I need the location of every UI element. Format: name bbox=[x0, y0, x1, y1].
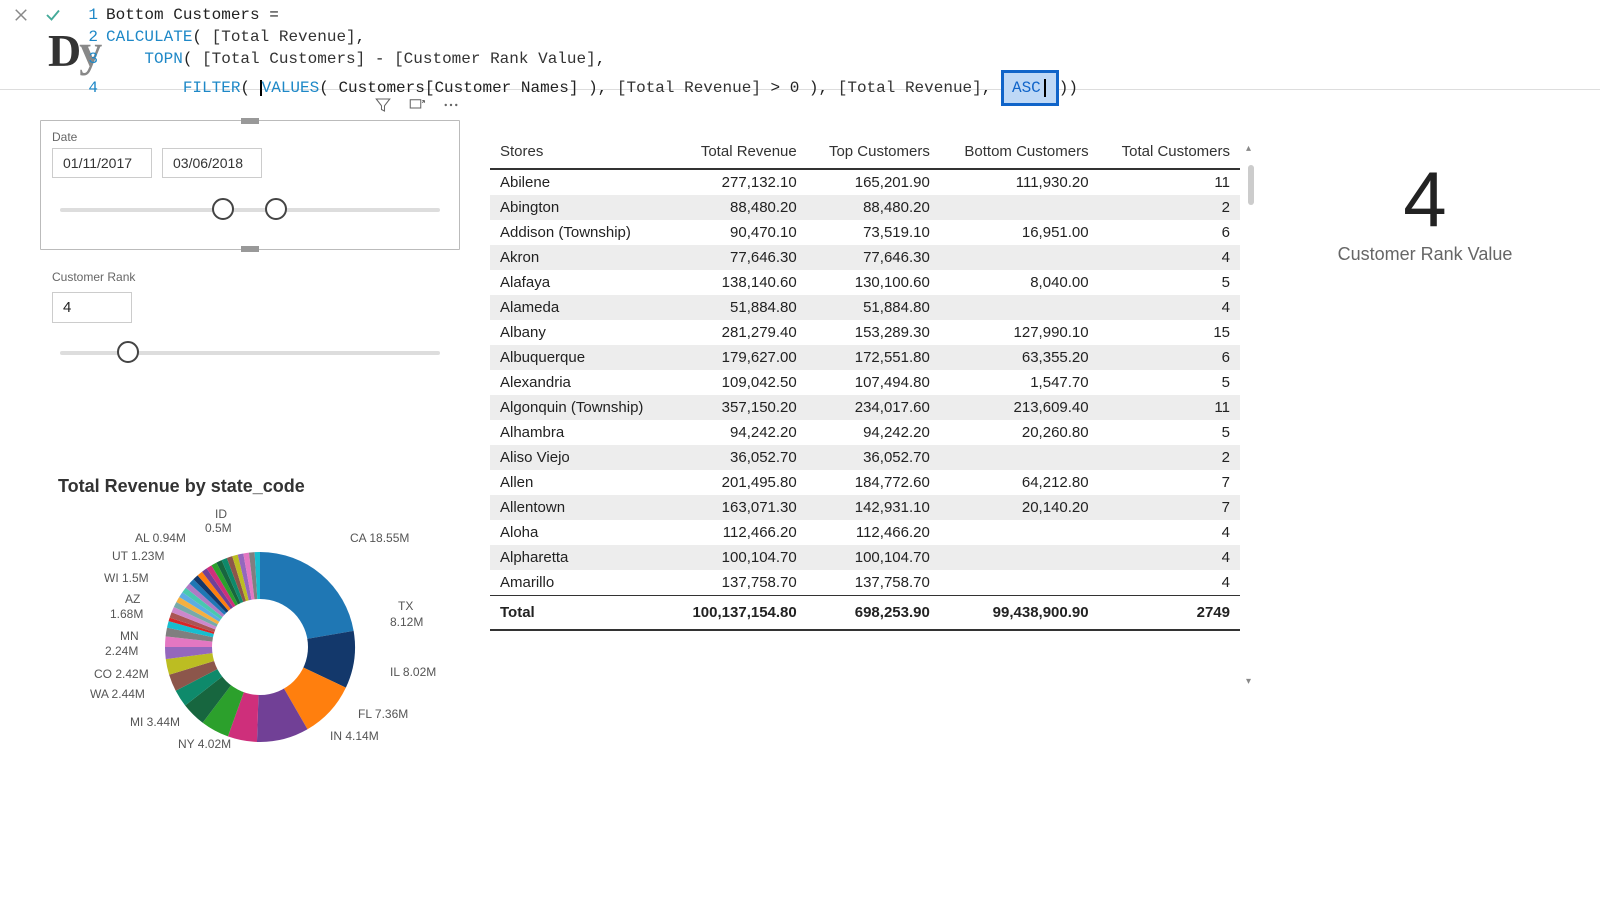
donut-label: WA 2.44M bbox=[90, 687, 145, 701]
table-row[interactable]: Abington88,480.2088,480.202 bbox=[490, 195, 1240, 220]
scrollbar[interactable]: ▴ ▾ bbox=[1246, 143, 1256, 687]
rank-slider[interactable] bbox=[60, 323, 440, 373]
column-header[interactable]: Total Customers bbox=[1099, 135, 1240, 169]
donut-label: 0.5M bbox=[205, 521, 232, 535]
table-row[interactable]: Albuquerque179,627.00172,551.8063,355.20… bbox=[490, 345, 1240, 370]
formula-bar: Dy 1Bottom Customers = 2CALCULATE( [Tota… bbox=[0, 0, 1600, 90]
donut-label: CO 2.42M bbox=[94, 667, 149, 681]
donut-label: CA 18.55M bbox=[350, 531, 409, 545]
resize-handle-bottom[interactable] bbox=[241, 246, 259, 252]
card-label: Customer Rank Value bbox=[1270, 244, 1580, 265]
donut-label: 8.12M bbox=[390, 615, 423, 629]
more-icon[interactable] bbox=[442, 96, 460, 114]
donut-label: AL 0.94M bbox=[135, 531, 186, 545]
table-row[interactable]: Amarillo137,758.70137,758.704 bbox=[490, 570, 1240, 596]
table-total-cell: 100,137,154.80 bbox=[670, 596, 807, 631]
table-row[interactable]: Allentown163,071.30142,931.1020,140.207 bbox=[490, 495, 1240, 520]
date-slicer[interactable]: Date 01/11/2017 03/06/2018 bbox=[40, 120, 460, 250]
donut-label: UT 1.23M bbox=[112, 549, 164, 563]
table-total-cell: 99,438,900.90 bbox=[940, 596, 1099, 631]
resize-handle-top[interactable] bbox=[241, 118, 259, 124]
filter-icon[interactable] bbox=[374, 96, 392, 114]
stores-table[interactable]: StoresTotal RevenueTop CustomersBottom C… bbox=[490, 135, 1240, 695]
rank-input[interactable]: 4 bbox=[52, 292, 132, 323]
donut-chart[interactable]: Total Revenue by state_code ID 0.5M AL 0… bbox=[50, 470, 480, 850]
table-row[interactable]: Albany281,279.40153,289.30127,990.1015 bbox=[490, 320, 1240, 345]
card-value: 4 bbox=[1270, 160, 1580, 238]
column-header[interactable]: Total Revenue bbox=[670, 135, 807, 169]
table-row[interactable]: Abilene277,132.10165,201.90111,930.2011 bbox=[490, 169, 1240, 195]
table-total-cell: Total bbox=[490, 596, 670, 631]
donut-label: AZ bbox=[125, 592, 140, 606]
chart-title: Total Revenue by state_code bbox=[50, 470, 480, 507]
table-row[interactable]: Alhambra94,242.2094,242.2020,260.805 bbox=[490, 420, 1240, 445]
rank-slicer[interactable]: Customer Rank 4 bbox=[40, 260, 460, 390]
donut-label: TX bbox=[398, 599, 413, 613]
table-row[interactable]: Alpharetta100,104.70100,104.704 bbox=[490, 545, 1240, 570]
donut-label: NY 4.02M bbox=[178, 737, 231, 751]
scroll-up-icon[interactable]: ▴ bbox=[1246, 143, 1251, 154]
column-header[interactable]: Bottom Customers bbox=[940, 135, 1099, 169]
donut-label: WI 1.5M bbox=[104, 571, 149, 585]
scroll-thumb[interactable] bbox=[1248, 165, 1254, 205]
scroll-down-icon[interactable]: ▾ bbox=[1246, 676, 1251, 687]
table-row[interactable]: Alafaya138,140.60130,100.608,040.005 bbox=[490, 270, 1240, 295]
donut-label: 1.68M bbox=[110, 607, 143, 621]
table-row[interactable]: Algonquin (Township)357,150.20234,017.60… bbox=[490, 395, 1240, 420]
table-row[interactable]: Addison (Township)90,470.1073,519.1016,9… bbox=[490, 220, 1240, 245]
card-visual[interactable]: 4 Customer Rank Value bbox=[1270, 160, 1580, 265]
table-row[interactable]: Allen201,495.80184,772.6064,212.807 bbox=[490, 470, 1240, 495]
donut-label: IL 8.02M bbox=[390, 665, 436, 679]
check-icon[interactable] bbox=[44, 6, 62, 24]
donut-label: ID bbox=[215, 507, 227, 521]
slider-thumb-start[interactable] bbox=[212, 198, 234, 220]
slider-thumb-end[interactable] bbox=[265, 198, 287, 220]
close-icon[interactable] bbox=[12, 6, 30, 24]
column-header[interactable]: Top Customers bbox=[807, 135, 940, 169]
table-row[interactable]: Aliso Viejo36,052.7036,052.702 bbox=[490, 445, 1240, 470]
donut-label: MI 3.44M bbox=[130, 715, 180, 729]
focus-icon[interactable] bbox=[408, 96, 426, 114]
donut-label: 2.24M bbox=[105, 644, 138, 658]
slider-thumb[interactable] bbox=[117, 341, 139, 363]
table-row[interactable]: Aloha112,466.20112,466.204 bbox=[490, 520, 1240, 545]
donut-label: FL 7.36M bbox=[358, 707, 408, 721]
table-row[interactable]: Alameda51,884.8051,884.804 bbox=[490, 295, 1240, 320]
column-header[interactable]: Stores bbox=[490, 135, 670, 169]
slicer-title: Customer Rank bbox=[40, 260, 460, 288]
table-row[interactable]: Alexandria109,042.50107,494.801,547.705 bbox=[490, 370, 1240, 395]
table-total-cell: 698,253.90 bbox=[807, 596, 940, 631]
donut-label: MN bbox=[120, 629, 139, 643]
date-range-slider[interactable] bbox=[60, 194, 440, 224]
table-total-cell: 2749 bbox=[1099, 596, 1240, 631]
donut-label: IN 4.14M bbox=[330, 729, 379, 743]
table-row[interactable]: Akron77,646.3077,646.304 bbox=[490, 245, 1240, 270]
